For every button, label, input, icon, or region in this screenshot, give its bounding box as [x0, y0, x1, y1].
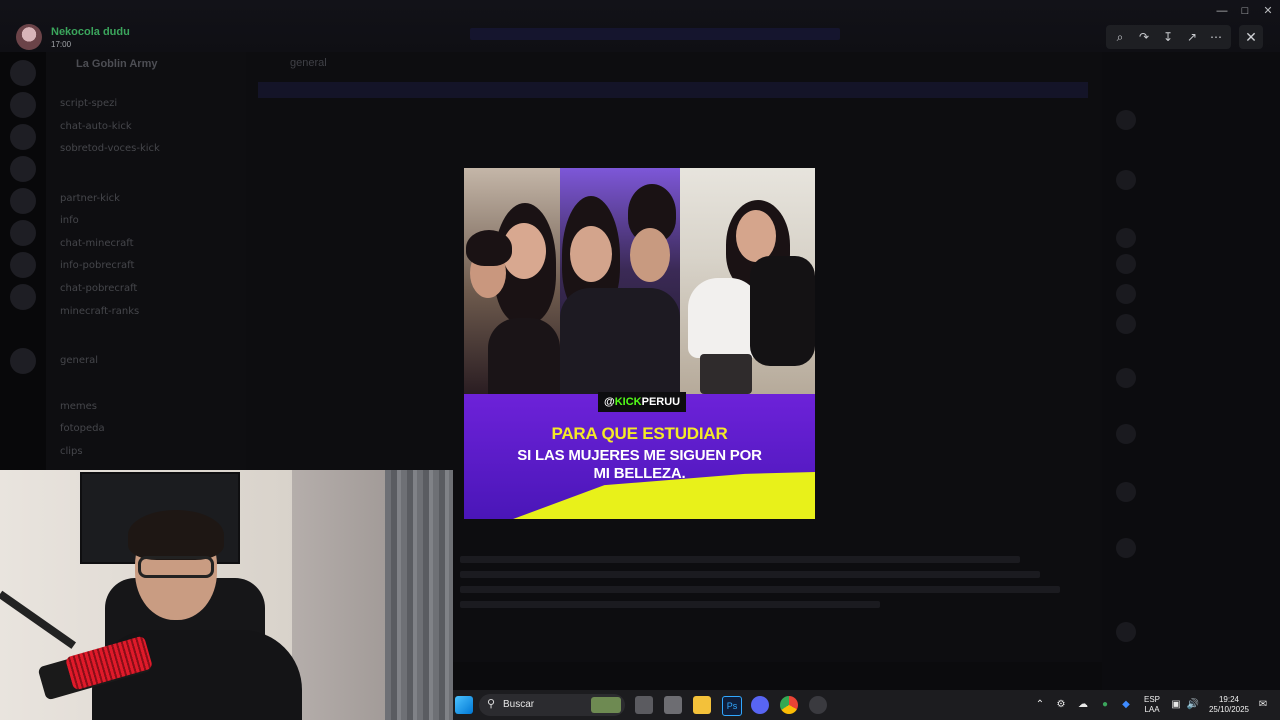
chevron-up-icon[interactable]: ⌃ [1033, 698, 1047, 712]
task-view-icon[interactable] [635, 696, 653, 714]
channel-item[interactable]: general [60, 355, 98, 366]
zoom-in-icon[interactable]: ⌕ [1110, 27, 1130, 47]
channel-item[interactable]: info-pobrecraft [60, 260, 134, 271]
member-avatar[interactable] [1116, 284, 1136, 304]
app-icon[interactable] [809, 696, 827, 714]
photo-panel-middle [560, 168, 680, 394]
caption-line-2: SI LAS MUJERES ME SIGUEN POR [517, 447, 762, 464]
minimize-icon[interactable]: — [1212, 4, 1232, 18]
network-icon[interactable]: ▣ [1169, 698, 1183, 712]
channel-header: general [290, 57, 327, 69]
server-rail [0, 52, 46, 472]
member-avatar[interactable] [1116, 228, 1136, 248]
photoshop-icon[interactable]: Ps [722, 696, 742, 716]
member-avatar[interactable] [1116, 482, 1136, 502]
file-explorer-icon[interactable] [693, 696, 711, 714]
curtain [385, 470, 453, 720]
streamer-hair [128, 510, 224, 560]
server-name[interactable]: La Goblin Army [76, 58, 158, 70]
member-avatar[interactable] [1116, 254, 1136, 274]
notification-icon[interactable]: ✉ [1256, 698, 1270, 712]
forward-icon[interactable]: ↷ [1134, 27, 1154, 47]
tray-app-icon[interactable]: ● [1098, 698, 1112, 712]
member-list [1102, 52, 1280, 692]
tray-app-icon[interactable]: ⚙ [1054, 698, 1068, 712]
caption-line-1: PARA QUE ESTUDIAR [551, 424, 728, 443]
channel-item[interactable]: sobretod-voces-kick [60, 143, 160, 154]
chat-text [460, 586, 1060, 593]
cloud-icon[interactable]: ☁ [1076, 698, 1090, 712]
taskbar: ⚲ Buscar Ps ⌃ ⚙ ☁ ● ◆ ESP LAA ▣ 🔊 19:24 25… [453, 690, 1280, 720]
window-close-icon[interactable]: ✕ [1258, 4, 1278, 18]
member-avatar[interactable] [1116, 538, 1136, 558]
member-avatar[interactable] [1116, 314, 1136, 334]
close-viewer-button[interactable]: ✕ [1239, 25, 1263, 49]
cabinet [292, 470, 387, 720]
chat-banner [258, 82, 1088, 98]
chrome-icon[interactable] [780, 696, 798, 714]
more-icon[interactable]: ⋯ [1206, 27, 1226, 47]
clock[interactable]: 19:24 25/10/2025 [1205, 695, 1253, 715]
message-timestamp: 17:00 [51, 40, 72, 49]
chat-text [460, 601, 880, 608]
server-icon[interactable] [10, 252, 36, 278]
search-placeholder: Buscar [503, 699, 535, 710]
member-avatar[interactable] [1116, 424, 1136, 444]
channel-item[interactable]: memes [60, 401, 97, 412]
viewer-toolbar: ⌕ ↷ ↧ ↗ ⋯ [1106, 25, 1231, 49]
webcam-overlay [0, 470, 453, 720]
search-highlight-icon [591, 697, 621, 713]
channel-item[interactable]: info [60, 215, 79, 226]
channel-item[interactable]: chat-minecraft [60, 238, 134, 249]
search-icon: ⚲ [487, 698, 496, 710]
photo-panel-right [680, 168, 815, 394]
channel-item[interactable]: clips [60, 446, 83, 457]
channel-item[interactable]: partner-kick [60, 193, 120, 204]
server-icon[interactable] [10, 156, 36, 182]
windows-start-icon[interactable] [455, 696, 473, 714]
open-external-icon[interactable]: ↗ [1182, 27, 1202, 47]
maximize-icon[interactable]: □ [1235, 4, 1255, 18]
member-avatar[interactable] [1116, 110, 1136, 130]
avatar[interactable] [16, 24, 42, 50]
server-icon[interactable] [10, 220, 36, 246]
download-icon[interactable]: ↧ [1158, 27, 1178, 47]
taskbar-search[interactable]: ⚲ Buscar [479, 694, 625, 716]
app-icon[interactable] [664, 696, 682, 714]
channel-item[interactable]: script-spezi [60, 98, 117, 109]
member-avatar[interactable] [1116, 368, 1136, 388]
media-image[interactable]: @KICKPERUU PARA QUE ESTUDIAR SI LAS MUJE… [464, 168, 815, 519]
notice-banner [470, 28, 840, 40]
server-icon[interactable] [10, 60, 36, 86]
channel-list: La Goblin Army script-spezi chat-auto-ki… [46, 52, 246, 472]
channel-item[interactable]: fotopeda [60, 423, 105, 434]
server-icon[interactable] [10, 188, 36, 214]
glasses [138, 556, 214, 578]
server-icon[interactable] [10, 92, 36, 118]
server-icon[interactable] [10, 348, 36, 374]
language-indicator[interactable]: ESP LAA [1140, 695, 1164, 715]
member-avatar[interactable] [1116, 622, 1136, 642]
watermark-handle: @KICKPERUU [598, 392, 687, 412]
discord-icon[interactable] [751, 696, 769, 714]
server-icon[interactable] [10, 124, 36, 150]
channel-item[interactable]: minecraft-ranks [60, 306, 139, 317]
channel-item[interactable]: chat-pobrecraft [60, 283, 137, 294]
channel-item[interactable]: chat-auto-kick [60, 121, 132, 132]
caption-line-3: MI BELLEZA. [593, 465, 686, 482]
media-viewer-header: — □ ✕ Nekocola dudu 17:00 ⌕ ↷ ↧ ↗ ⋯ ✕ [0, 0, 1280, 52]
volume-icon[interactable]: 🔊 [1186, 698, 1200, 712]
chat-text [460, 571, 1040, 578]
author-name[interactable]: Nekocola dudu [51, 26, 130, 38]
member-avatar[interactable] [1116, 170, 1136, 190]
server-icon[interactable] [10, 284, 36, 310]
chat-text [460, 556, 1020, 563]
microphone-icon[interactable] [1120, 698, 1134, 712]
photo-panel-left [464, 168, 560, 394]
